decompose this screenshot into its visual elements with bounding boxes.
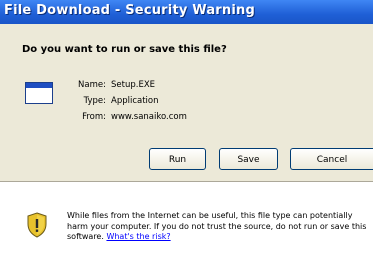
dialog-question: Do you want to run or save this file? — [22, 44, 227, 55]
save-button[interactable]: Save — [219, 148, 278, 170]
whats-the-risk-link[interactable]: What's the risk? — [106, 232, 170, 241]
name-value: Setup.EXE — [111, 80, 156, 90]
from-label: From: — [82, 112, 106, 122]
window-title: File Download - Security Warning — [4, 3, 255, 18]
security-warning-message: While files from the Internet can be use… — [67, 211, 373, 243]
divider-highlight — [0, 182, 373, 183]
cancel-button[interactable]: Cancel — [290, 148, 373, 170]
name-label: Name: — [78, 80, 106, 90]
security-shield-icon — [27, 212, 47, 238]
type-value: Application — [111, 96, 159, 106]
type-label: Type: — [83, 96, 106, 106]
run-button[interactable]: Run — [149, 148, 206, 170]
title-bar[interactable]: File Download - Security Warning — [0, 0, 373, 24]
from-value: www.sanaiko.com — [111, 112, 187, 122]
